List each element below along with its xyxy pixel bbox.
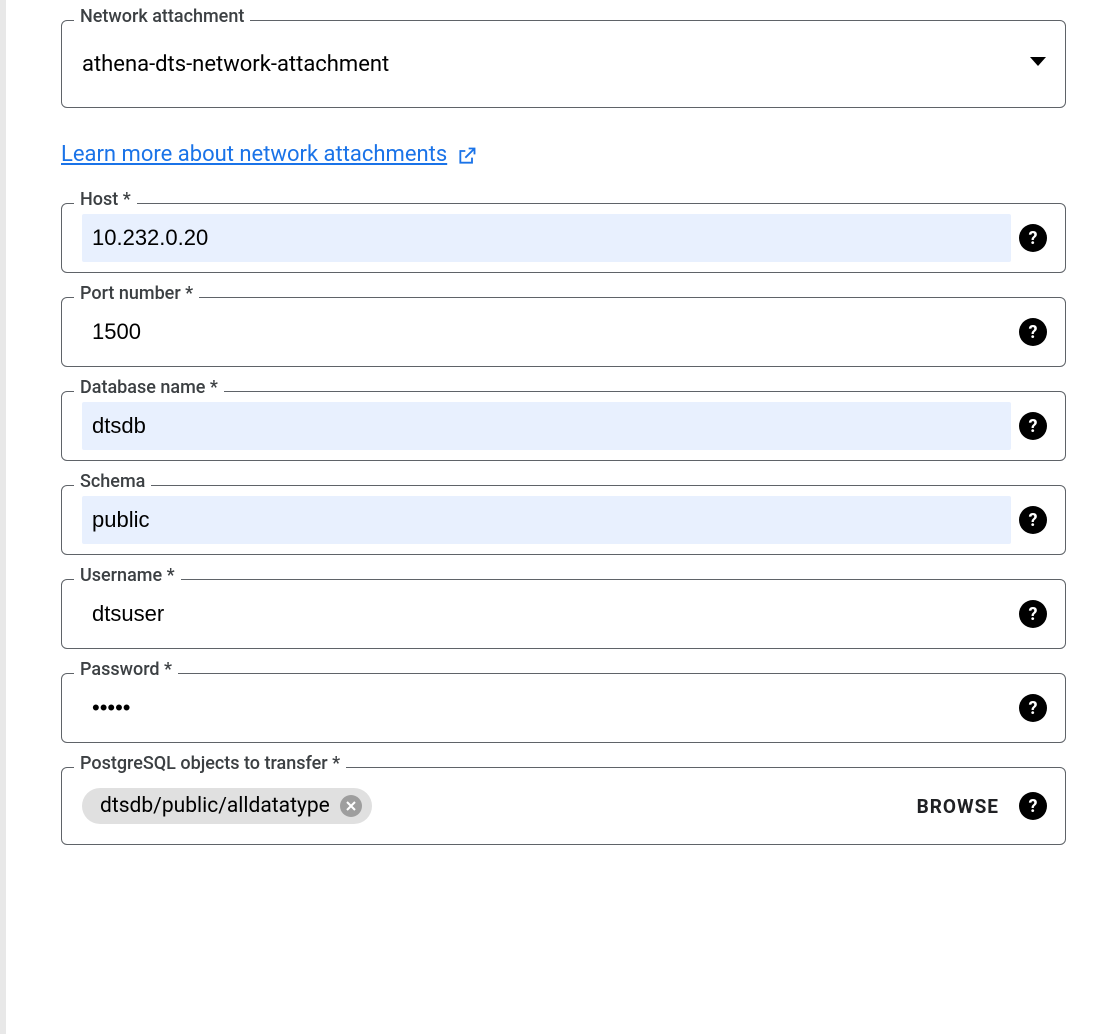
objects-chip-row[interactable]: dtsdb/public/alldatatype: [62, 768, 917, 844]
schema-input[interactable]: [82, 496, 1011, 544]
browse-button[interactable]: BROWSE: [917, 795, 999, 818]
schema-label: Schema: [74, 473, 151, 491]
help-icon[interactable]: ?: [1019, 506, 1047, 534]
objects-field: PostgreSQL objects to transfer * dtsdb/p…: [61, 767, 1066, 845]
port-label: Port number *: [74, 285, 199, 303]
chevron-down-icon: [1029, 56, 1047, 72]
port-field: Port number * ?: [61, 297, 1066, 367]
help-icon[interactable]: ?: [1019, 792, 1047, 820]
schema-field: Schema ?: [61, 485, 1066, 555]
external-link-icon: [457, 146, 475, 164]
help-icon[interactable]: ?: [1019, 694, 1047, 722]
help-icon[interactable]: ?: [1019, 224, 1047, 252]
help-icon[interactable]: ?: [1019, 600, 1047, 628]
host-label: Host *: [74, 191, 137, 209]
close-icon[interactable]: [340, 795, 362, 817]
username-label: Username *: [74, 567, 181, 585]
database-label: Database name *: [74, 379, 224, 397]
database-input[interactable]: [82, 402, 1011, 450]
password-field: Password * ?: [61, 673, 1066, 743]
help-icon[interactable]: ?: [1019, 412, 1047, 440]
username-field: Username * ?: [61, 579, 1066, 649]
password-input[interactable]: [82, 684, 1011, 732]
object-chip-text: dtsdb/public/alldatatype: [100, 794, 330, 818]
host-field: Host * ?: [61, 203, 1066, 273]
database-field: Database name * ?: [61, 391, 1066, 461]
learn-more-text: Learn more about network attachments: [61, 142, 447, 167]
network-attachment-select[interactable]: Network attachment athena-dts-network-at…: [61, 20, 1066, 108]
port-input[interactable]: [82, 308, 1011, 356]
password-label: Password *: [74, 661, 178, 679]
host-input[interactable]: [82, 214, 1011, 262]
network-attachment-label: Network attachment: [74, 8, 250, 26]
help-icon[interactable]: ?: [1019, 318, 1047, 346]
network-attachment-value: athena-dts-network-attachment: [62, 21, 1029, 107]
learn-more-link[interactable]: Learn more about network attachments: [61, 142, 475, 167]
object-chip: dtsdb/public/alldatatype: [82, 788, 372, 824]
username-input[interactable]: [82, 590, 1011, 638]
objects-label: PostgreSQL objects to transfer *: [74, 755, 346, 773]
